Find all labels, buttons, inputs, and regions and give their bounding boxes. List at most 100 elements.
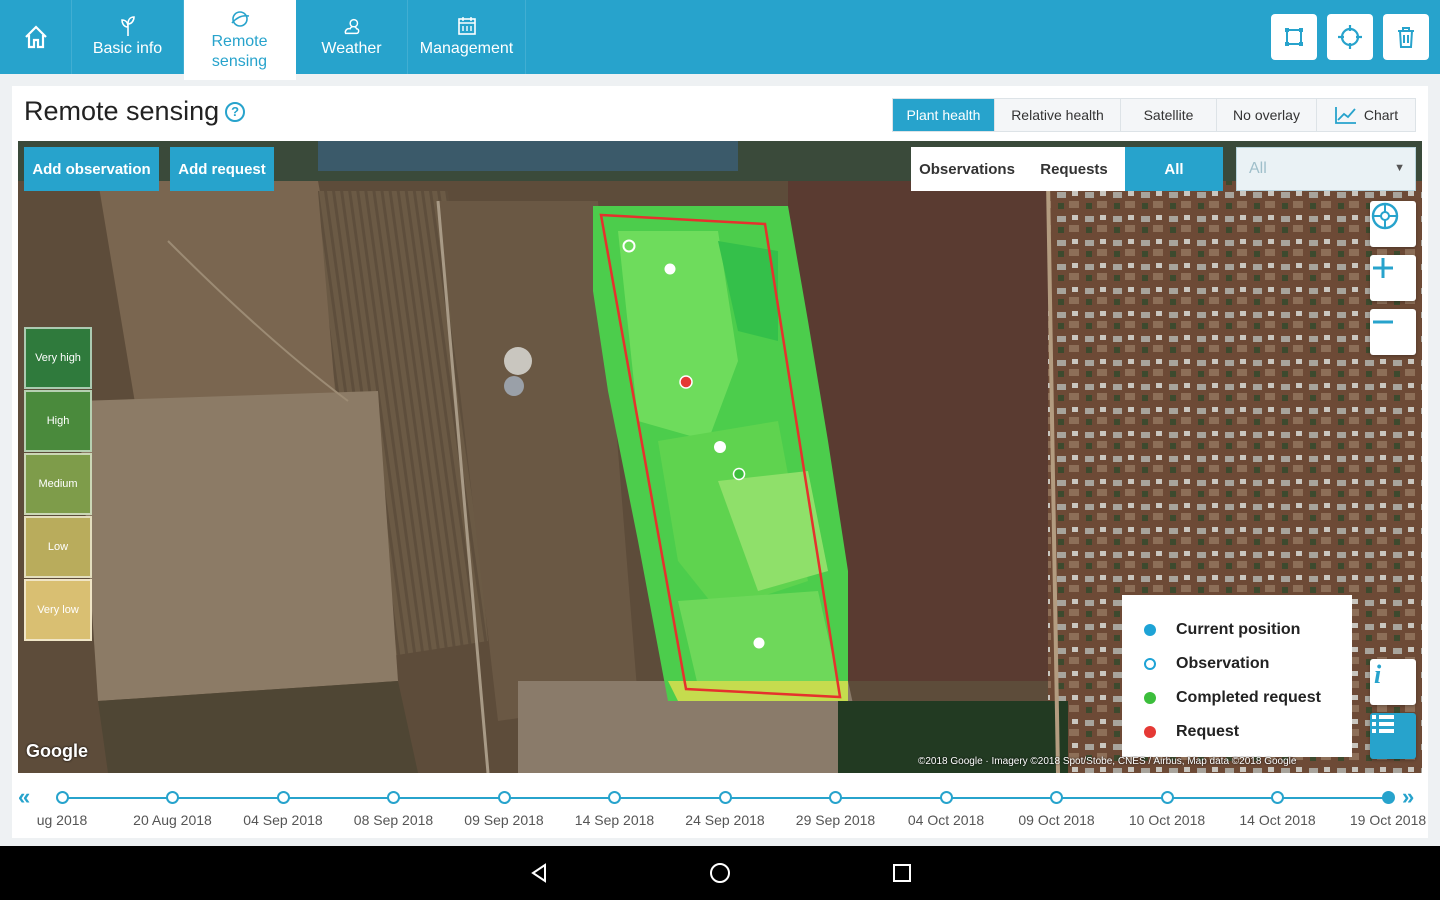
legend-item-label: Observation bbox=[1176, 655, 1270, 672]
timeline-date-label[interactable]: 19 Oct 2018 bbox=[1350, 812, 1426, 828]
timeline-date-label[interactable]: 04 Oct 2018 bbox=[908, 812, 984, 828]
filter-requests[interactable]: Requests bbox=[1023, 147, 1125, 191]
delete-field-button[interactable] bbox=[1383, 14, 1429, 60]
timeline-date-label[interactable]: 09 Oct 2018 bbox=[1018, 812, 1094, 828]
observation-dot-icon bbox=[1144, 658, 1156, 670]
help-icon[interactable]: ? bbox=[225, 101, 246, 122]
add-request-button[interactable]: Add request bbox=[170, 147, 274, 191]
add-observation-button[interactable]: Add observation bbox=[24, 147, 159, 191]
tab-remote-sensing-label-2: sensing bbox=[211, 53, 268, 70]
completed-request-dot-icon bbox=[1144, 692, 1156, 704]
list-icon bbox=[1372, 715, 1394, 733]
current-position-dot-icon bbox=[1144, 624, 1156, 636]
timeline-node[interactable] bbox=[387, 791, 400, 804]
edit-field-button[interactable] bbox=[1271, 14, 1317, 60]
timeline-date-label[interactable]: 10 Oct 2018 bbox=[1129, 812, 1205, 828]
tab-remote-sensing-label-1: Remote bbox=[211, 33, 268, 50]
crop-area-icon bbox=[1285, 28, 1303, 46]
minus-icon bbox=[1373, 320, 1393, 324]
timeline-date-label[interactable]: 04 Sep 2018 bbox=[243, 812, 322, 828]
timeline-node[interactable] bbox=[829, 791, 842, 804]
tab-remote-sensing[interactable]: Remote sensing bbox=[184, 0, 296, 80]
scale-very-low: Very low bbox=[24, 579, 92, 641]
overlay-relative-health[interactable]: Relative health bbox=[995, 99, 1121, 131]
tab-management-label: Management bbox=[419, 40, 514, 57]
timeline-node[interactable] bbox=[939, 791, 953, 804]
map-attribution[interactable]: ©2018 Google · Imagery ©2018 Spot/Stobe,… bbox=[918, 756, 1418, 767]
back-triangle-icon bbox=[531, 863, 546, 883]
remote-sensing-panel: Remote sensing ? Plant health Relative h… bbox=[12, 86, 1428, 838]
timeline-date-label[interactable]: 14 Oct 2018 bbox=[1239, 812, 1315, 828]
scale-very-high: Very high bbox=[24, 327, 92, 389]
timeline-next-button[interactable]: » bbox=[1402, 784, 1414, 810]
timeline-date-label[interactable]: 24 Sep 2018 bbox=[685, 812, 764, 828]
plus-icon bbox=[1373, 258, 1393, 278]
home-button[interactable] bbox=[0, 0, 72, 74]
timeline-node[interactable] bbox=[166, 791, 179, 804]
timeline-node[interactable] bbox=[608, 791, 621, 804]
svg-text:i: i bbox=[1374, 660, 1382, 687]
overlay-plant-health[interactable]: Plant health bbox=[893, 99, 995, 131]
top-app-bar: Basic info Remote sensing Weather Manage… bbox=[0, 0, 1440, 80]
map-legend: Current position Observation Completed r… bbox=[1122, 595, 1352, 757]
timeline-date-label[interactable]: 08 Sep 2018 bbox=[354, 812, 433, 828]
weather-icon bbox=[341, 15, 363, 37]
timeline-date-label[interactable]: 20 Aug 2018 bbox=[133, 812, 212, 828]
legend-item-label: Current position bbox=[1176, 621, 1301, 638]
tab-basic-info[interactable]: Basic info bbox=[72, 0, 184, 74]
timeline-date-label[interactable]: 14 Sep 2018 bbox=[575, 812, 654, 828]
tab-weather[interactable]: Weather bbox=[296, 0, 408, 74]
zoom-out-button[interactable] bbox=[1370, 309, 1416, 355]
page-title-text: Remote sensing bbox=[24, 96, 220, 126]
health-scale: Very high High Medium Low Very low bbox=[24, 327, 92, 642]
timeline-node[interactable] bbox=[276, 791, 290, 804]
legend-item-label: Request bbox=[1176, 723, 1240, 740]
compass-button[interactable] bbox=[1370, 201, 1416, 247]
timeline-date-label[interactable]: ug 2018 bbox=[37, 812, 88, 828]
request-dot-icon bbox=[1144, 726, 1156, 738]
tab-management[interactable]: Management bbox=[408, 0, 526, 74]
scale-low: Low bbox=[24, 516, 92, 578]
timeline-node[interactable] bbox=[718, 791, 732, 804]
overlay-chart[interactable]: Chart bbox=[1317, 99, 1415, 131]
date-timeline: « » ug 2018 20 Aug 2018 04 Sep 2018 08 Sep … bbox=[12, 780, 1428, 838]
timeline-node[interactable] bbox=[1271, 791, 1284, 804]
tab-basic-info-label: Basic info bbox=[92, 40, 163, 57]
filter-observations[interactable]: Observations bbox=[911, 147, 1023, 191]
timeline-date-label[interactable]: 29 Sep 2018 bbox=[796, 812, 875, 828]
home-nav-button[interactable] bbox=[707, 860, 733, 886]
info-button[interactable]: i bbox=[1370, 659, 1416, 705]
marker-filter: Observations Requests All bbox=[911, 147, 1223, 191]
page-title: Remote sensing ? bbox=[24, 96, 246, 127]
back-button[interactable] bbox=[526, 860, 552, 886]
overlay-none[interactable]: No overlay bbox=[1217, 99, 1317, 131]
marker-type-select[interactable]: All ▼ bbox=[1236, 147, 1416, 191]
android-navigation-bar bbox=[0, 846, 1440, 900]
timeline-date-label[interactable]: 09 Sep 2018 bbox=[464, 812, 543, 828]
plant-icon bbox=[117, 15, 139, 37]
recents-button[interactable] bbox=[889, 860, 915, 886]
legend-toggle-button[interactable] bbox=[1370, 713, 1416, 759]
dropdown-arrow-icon: ▼ bbox=[1394, 162, 1405, 174]
zoom-in-button[interactable] bbox=[1370, 255, 1416, 301]
scale-medium: Medium bbox=[24, 453, 92, 515]
overlay-chart-label: Chart bbox=[1363, 107, 1399, 123]
crosshair-icon bbox=[1338, 25, 1362, 49]
timeline-prev-button[interactable]: « bbox=[18, 784, 30, 810]
filter-all[interactable]: All bbox=[1125, 147, 1223, 191]
overlay-satellite[interactable]: Satellite bbox=[1121, 99, 1217, 131]
line-chart-icon bbox=[1334, 107, 1356, 124]
timeline-node[interactable] bbox=[1160, 791, 1174, 804]
timeline-node[interactable] bbox=[1381, 791, 1395, 804]
timeline-node[interactable] bbox=[497, 791, 511, 804]
satellite-map[interactable]: Add observation Add request Observations… bbox=[18, 141, 1422, 773]
timeline-node[interactable] bbox=[55, 791, 69, 804]
scale-high: High bbox=[24, 390, 92, 452]
trash-icon bbox=[1398, 27, 1414, 48]
locate-field-button[interactable] bbox=[1327, 14, 1373, 60]
overlay-selector: Plant health Relative health Satellite N… bbox=[892, 98, 1416, 132]
legend-item: Observation bbox=[1144, 647, 1352, 681]
home-icon bbox=[24, 25, 47, 49]
satellite-icon bbox=[229, 8, 251, 30]
timeline-node[interactable] bbox=[1050, 791, 1063, 804]
